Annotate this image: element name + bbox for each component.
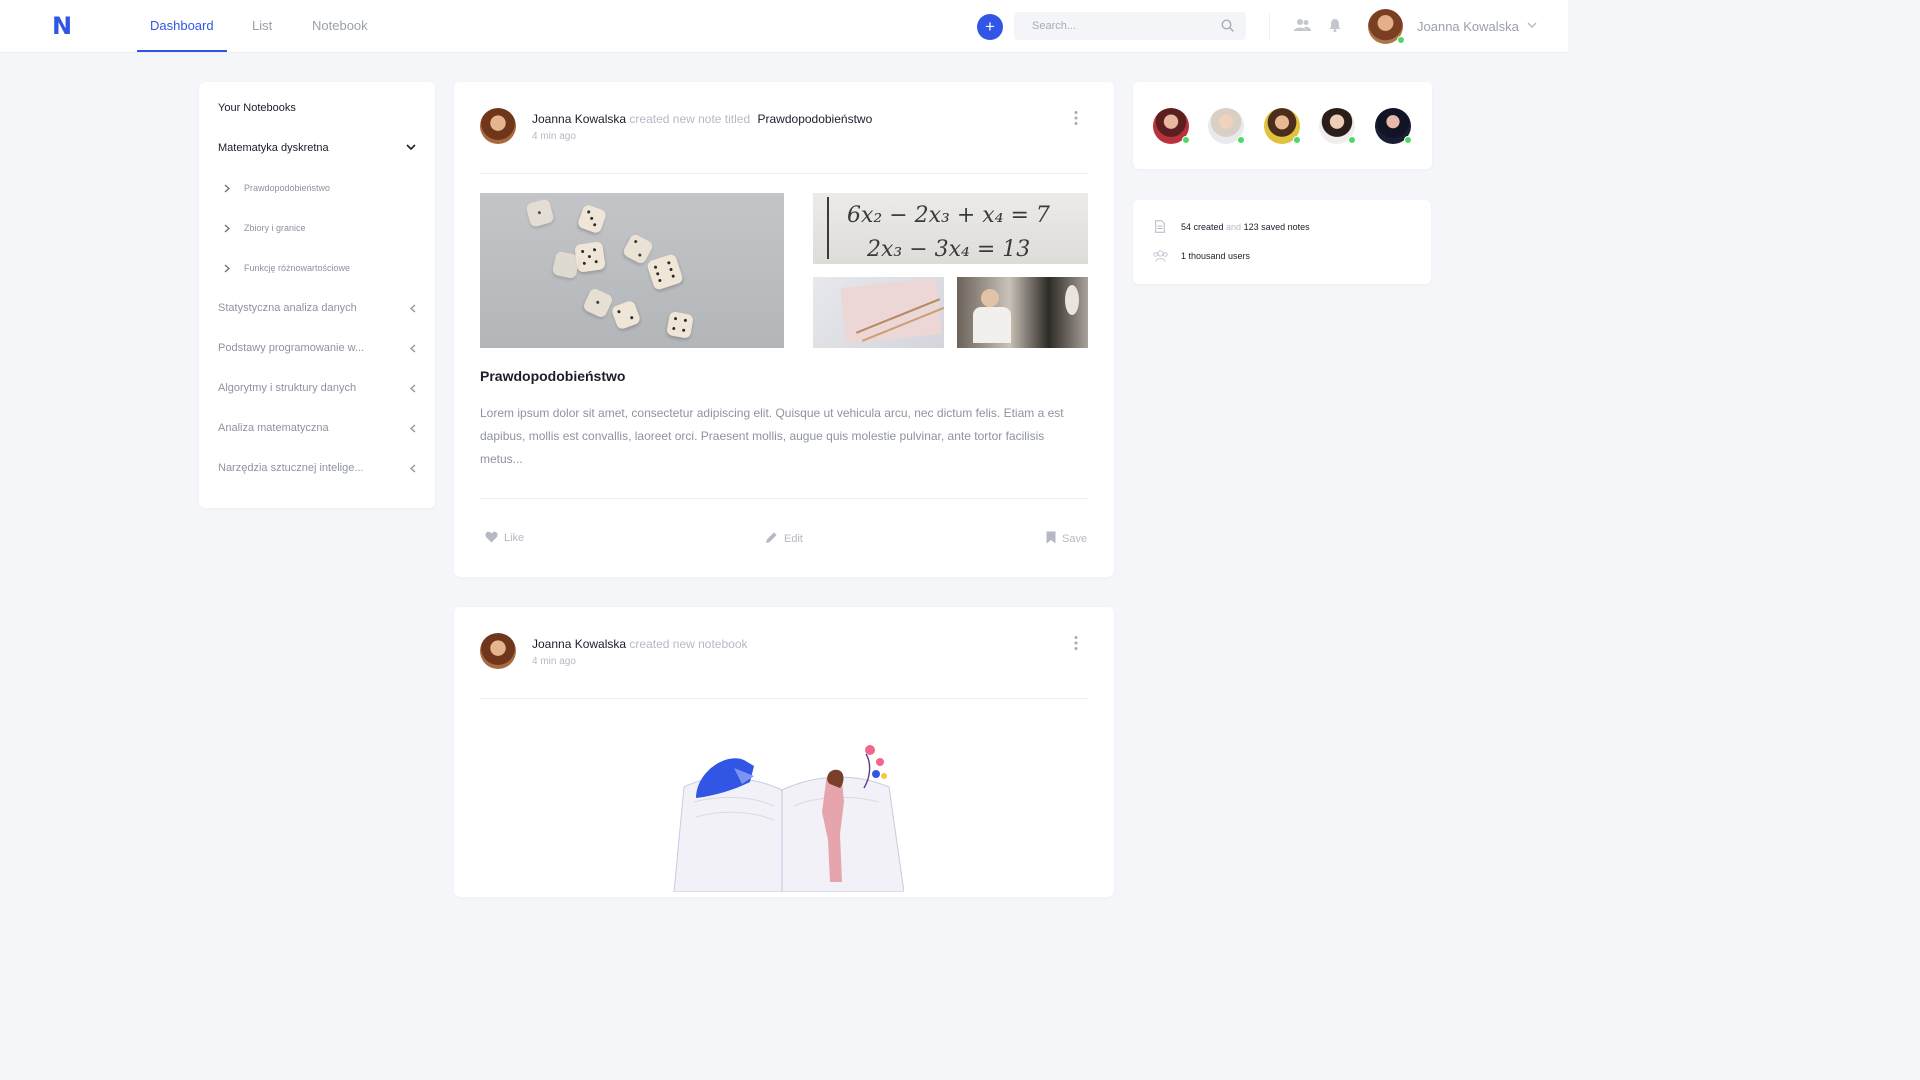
reading-book-illustration bbox=[673, 745, 904, 892]
author-avatar[interactable] bbox=[480, 633, 516, 669]
user-name[interactable]: Joanna Kowalska bbox=[1417, 19, 1519, 34]
notebook-label: Matematyka dyskretna bbox=[218, 142, 329, 154]
users-icon bbox=[1153, 250, 1168, 262]
sidebar-subitem-zbiory-i-granice[interactable]: Zbiory i granice bbox=[224, 223, 306, 233]
like-label: Like bbox=[504, 532, 525, 544]
sidebar-item-matematyka-dyskretna[interactable]: Matematyka dyskretna bbox=[218, 142, 416, 154]
chevron-left-icon[interactable] bbox=[410, 304, 416, 313]
saved-count: 123 saved notes bbox=[1243, 222, 1310, 232]
chevron-right-icon bbox=[224, 224, 230, 233]
post-title[interactable]: Prawdopodobieństwo bbox=[480, 368, 625, 384]
post-action-text: created new note titled bbox=[629, 112, 751, 126]
search-box bbox=[1014, 12, 1246, 40]
post-card: Joanna Kowalska created new notebook 4 m… bbox=[454, 607, 1114, 897]
divider bbox=[480, 698, 1088, 699]
heart-icon bbox=[485, 531, 498, 543]
online-indicator bbox=[1182, 136, 1190, 144]
sidebar-item-podstawy[interactable]: Podstawy programowanie w... bbox=[218, 342, 416, 354]
tab-list[interactable]: List bbox=[252, 0, 272, 52]
nav-divider bbox=[1269, 14, 1270, 40]
subitem-label: Prawdopodobieństwo bbox=[244, 183, 331, 193]
online-indicator bbox=[1348, 136, 1356, 144]
users-icon[interactable] bbox=[1294, 18, 1311, 32]
equation-line-2: 2x₃ − 3x₄ = 13 bbox=[867, 237, 1031, 262]
notes-stat: 54 created and 123 saved notes bbox=[1181, 222, 1310, 232]
online-indicator bbox=[1293, 136, 1301, 144]
created-count: 54 created bbox=[1181, 222, 1224, 232]
stats-card: 54 created and 123 saved notes 1 thousan… bbox=[1133, 200, 1431, 284]
note-title-link[interactable]: Prawdopodobieństwo bbox=[758, 112, 873, 126]
search-icon[interactable] bbox=[1221, 19, 1234, 32]
sidebar-subitem-funkcje[interactable]: Funkcję różnowartościowe bbox=[224, 263, 350, 273]
equation-line-1: 6x₂ − 2x₃ + x₄ = 7 bbox=[847, 203, 1050, 228]
sidebar-item-statystyczna[interactable]: Statystyczna analiza danych bbox=[218, 302, 416, 314]
pencil-icon bbox=[766, 532, 777, 543]
friends-card bbox=[1133, 82, 1432, 169]
bell-icon[interactable] bbox=[1329, 18, 1341, 32]
post-header: Joanna Kowalska created new note titled … bbox=[532, 112, 872, 126]
chevron-left-icon[interactable] bbox=[410, 344, 416, 353]
equation-image[interactable]: 6x₂ − 2x₃ + x₄ = 7 2x₃ − 3x₄ = 13 bbox=[813, 193, 1088, 264]
desk-photo[interactable] bbox=[957, 277, 1088, 348]
author-name[interactable]: Joanna Kowalska bbox=[532, 112, 626, 126]
search-input[interactable] bbox=[1014, 12, 1204, 40]
chevron-right-icon bbox=[224, 184, 230, 193]
chevron-left-icon[interactable] bbox=[410, 424, 416, 433]
notebooks-sidebar: Your Notebooks Matematyka dyskretna Praw… bbox=[199, 82, 435, 508]
add-button[interactable]: + bbox=[977, 14, 1003, 40]
online-indicator bbox=[1237, 136, 1245, 144]
divider bbox=[480, 498, 1088, 499]
subitem-label: Zbiory i granice bbox=[244, 223, 306, 233]
app-logo[interactable]: N bbox=[52, 12, 72, 40]
notebook-label: Podstawy programowanie w... bbox=[218, 342, 365, 354]
edit-label: Edit bbox=[784, 533, 803, 545]
more-options-icon[interactable] bbox=[1074, 635, 1078, 651]
save-label: Save bbox=[1062, 533, 1088, 545]
tab-dashboard[interactable]: Dashboard bbox=[137, 0, 227, 52]
more-options-icon[interactable] bbox=[1074, 110, 1078, 126]
chevron-left-icon[interactable] bbox=[410, 384, 416, 393]
tab-notebook[interactable]: Notebook bbox=[312, 0, 368, 52]
author-avatar[interactable] bbox=[480, 108, 516, 144]
post-action-text: created new notebook bbox=[629, 637, 748, 651]
users-stat: 1 thousand users bbox=[1181, 251, 1251, 261]
author-name[interactable]: Joanna Kowalska bbox=[532, 637, 626, 651]
edit-button[interactable]: Edit bbox=[765, 531, 803, 545]
divider bbox=[480, 173, 1088, 174]
sidebar-item-algorytmy[interactable]: Algorytmy i struktury danych bbox=[218, 382, 416, 394]
online-indicator bbox=[1404, 136, 1412, 144]
notebook-label: Algorytmy i struktury danych bbox=[218, 382, 357, 394]
notebook-photo[interactable] bbox=[813, 277, 944, 348]
post-body: Lorem ipsum dolor sit amet, consectetur … bbox=[480, 406, 1064, 466]
and-word: and bbox=[1226, 222, 1242, 232]
notebook-label: Analiza matematyczna bbox=[218, 422, 329, 434]
save-button[interactable]: Save bbox=[1046, 531, 1087, 545]
sidebar-subitem-prawdopodobienstwo[interactable]: Prawdopodobieństwo bbox=[224, 183, 330, 193]
like-button[interactable]: Like bbox=[485, 531, 524, 544]
bookmark-icon bbox=[1046, 531, 1056, 544]
document-icon bbox=[1155, 220, 1165, 233]
subitem-label: Funkcję różnowartościowe bbox=[244, 263, 351, 273]
chevron-right-icon bbox=[224, 264, 230, 273]
post-timestamp: 4 min ago bbox=[532, 656, 576, 667]
sidebar-title: Your Notebooks bbox=[218, 102, 296, 114]
top-navbar: N Dashboard List Notebook + Joanna Kowal… bbox=[0, 0, 1568, 52]
sidebar-item-analiza[interactable]: Analiza matematyczna bbox=[218, 422, 416, 434]
online-indicator bbox=[1397, 36, 1405, 44]
post-card: Joanna Kowalska created new note titled … bbox=[454, 82, 1114, 577]
notebook-label: Statystyczna analiza danych bbox=[218, 302, 357, 314]
chevron-down-icon[interactable] bbox=[1527, 22, 1537, 29]
sidebar-item-narzedzia[interactable]: Narzędzia sztucznej intelige... bbox=[218, 462, 416, 474]
dice-image[interactable] bbox=[480, 193, 784, 348]
post-header: Joanna Kowalska created new notebook bbox=[532, 637, 748, 651]
chevron-left-icon[interactable] bbox=[410, 464, 416, 473]
post-timestamp: 4 min ago bbox=[532, 131, 576, 142]
chevron-down-icon[interactable] bbox=[406, 144, 416, 151]
notebook-label: Narzędzia sztucznej intelige... bbox=[218, 462, 364, 474]
